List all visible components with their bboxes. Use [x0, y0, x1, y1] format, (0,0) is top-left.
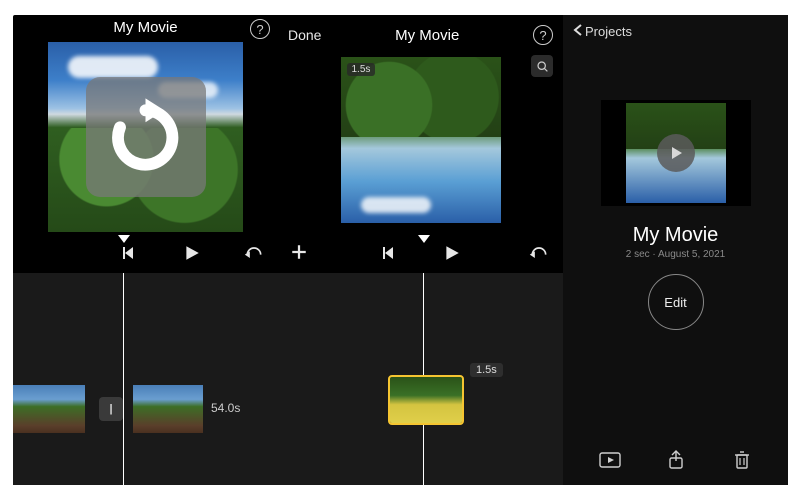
- editor-panel-rotate: My Movie ?: [13, 15, 278, 485]
- play-project-button[interactable]: [599, 449, 621, 471]
- timeline[interactable]: | 54.0s: [13, 273, 278, 485]
- clip-duration-label: 54.0s: [211, 401, 240, 415]
- share-icon: [667, 450, 685, 470]
- back-to-projects-button[interactable]: Projects: [563, 15, 788, 40]
- skip-back-button[interactable]: [121, 245, 137, 266]
- back-label: Projects: [585, 24, 632, 39]
- play-icon: [183, 244, 201, 262]
- project-title: My Movie: [13, 15, 278, 36]
- play-icon: [668, 145, 684, 161]
- play-icon: [443, 244, 461, 262]
- undo-icon: [529, 245, 549, 261]
- play-button[interactable]: [443, 244, 461, 267]
- project-title: My Movie: [395, 27, 459, 44]
- undo-icon: [244, 245, 264, 261]
- skip-back-button[interactable]: [381, 245, 397, 266]
- transport-bar: [13, 237, 278, 273]
- undo-button[interactable]: [529, 245, 549, 266]
- play-rect-icon: [599, 452, 621, 468]
- undo-button[interactable]: [244, 245, 264, 266]
- plus-icon: [290, 243, 308, 261]
- help-button[interactable]: ?: [250, 19, 270, 39]
- editor-panel-edit: Done My Movie ? 1.5s: [278, 15, 563, 485]
- share-button[interactable]: [665, 449, 687, 471]
- help-icon: ?: [539, 28, 546, 43]
- video-preview[interactable]: [48, 42, 243, 232]
- help-icon: ?: [256, 22, 263, 37]
- delete-button[interactable]: [731, 449, 753, 471]
- edit-label: Edit: [664, 295, 686, 310]
- skip-back-icon: [121, 245, 137, 261]
- play-button[interactable]: [183, 244, 201, 267]
- magnifier-icon: [536, 60, 549, 73]
- timeline-clip-selected[interactable]: [390, 377, 462, 423]
- play-overlay-button[interactable]: [657, 134, 695, 172]
- project-thumbnail[interactable]: [601, 100, 751, 206]
- skip-back-icon: [381, 245, 397, 261]
- add-media-button[interactable]: [290, 243, 308, 267]
- project-title: My Movie: [563, 224, 788, 247]
- transport-bar: [278, 237, 563, 273]
- preview-duration-badge: 1.5s: [347, 63, 376, 76]
- video-preview[interactable]: 1.5s: [341, 57, 501, 223]
- project-meta: 2 sec · August 5, 2021: [563, 249, 788, 260]
- zoom-button[interactable]: [531, 55, 553, 77]
- project-detail-panel: Projects My Movie 2 sec · August 5, 2021…: [563, 15, 788, 485]
- transition-button[interactable]: |: [99, 397, 123, 421]
- trash-icon: [734, 450, 750, 470]
- transition-icon: |: [109, 403, 112, 415]
- help-button[interactable]: ?: [533, 25, 553, 45]
- done-button[interactable]: Done: [288, 27, 321, 43]
- rotate-cw-icon: [103, 95, 188, 180]
- timeline[interactable]: 1.5s: [278, 273, 563, 485]
- timeline-clip[interactable]: [133, 385, 203, 433]
- timeline-clip[interactable]: [13, 385, 85, 433]
- rotate-overlay: [86, 77, 206, 197]
- playhead-indicator-icon: [118, 235, 130, 243]
- playhead-indicator-icon: [418, 235, 430, 243]
- clip-duration-label: 1.5s: [470, 363, 503, 377]
- chevron-left-icon: [573, 23, 583, 40]
- project-actions-bar: [563, 449, 788, 471]
- playhead-line[interactable]: [123, 273, 124, 485]
- edit-button[interactable]: Edit: [648, 274, 704, 330]
